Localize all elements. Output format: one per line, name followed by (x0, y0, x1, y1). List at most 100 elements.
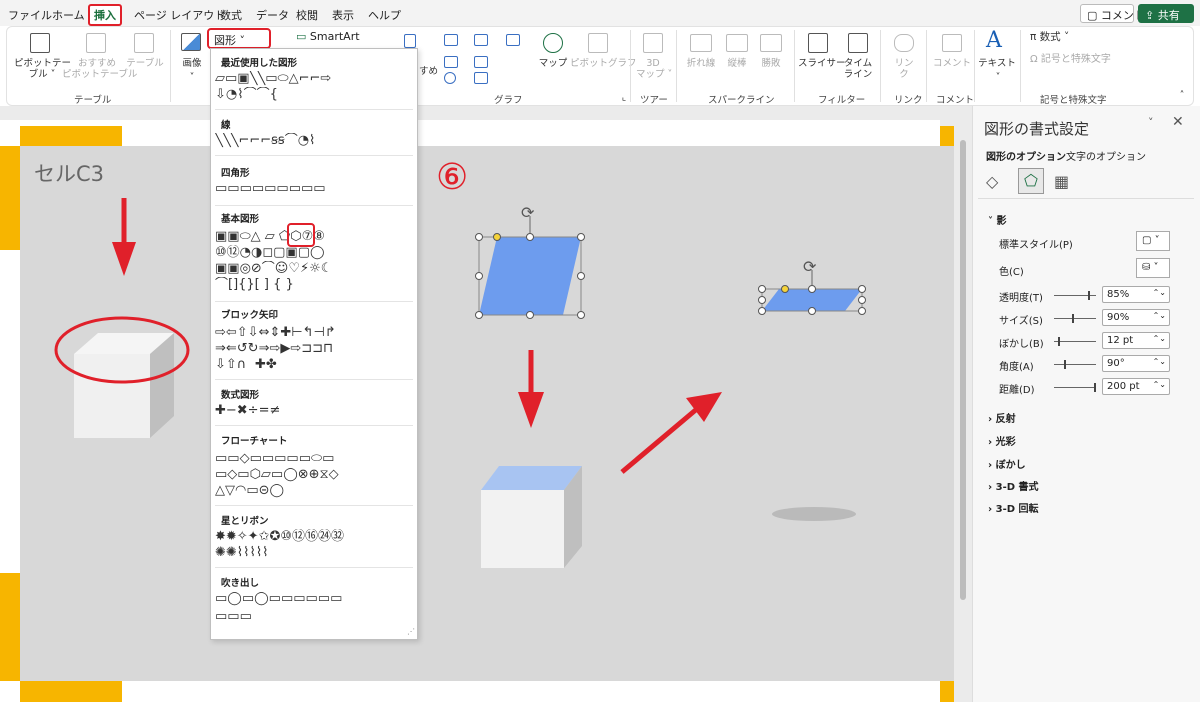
shape-row-recent-1[interactable]: ▱▭▣╲╲▭⬭△⌐⌐⇨ (215, 71, 413, 87)
shape-row-equation[interactable]: ✚−✖÷=≠ (215, 403, 413, 419)
color-dropdown[interactable]: ⛁ ˅ (1136, 258, 1170, 278)
tab-text-options[interactable]: 文字のオプション (1066, 148, 1146, 163)
shape-row-basic-4[interactable]: ⌒[]{}[ ] { } (215, 277, 413, 293)
preset-style-dropdown[interactable]: ▢ ˅ (1136, 231, 1170, 251)
label-angle: 角度(A) (999, 362, 1034, 373)
shape-row-flow-3[interactable]: △▽◠▭⊝◯ (215, 483, 413, 499)
menu-divider (215, 379, 413, 380)
shape-row-basic-2[interactable]: ⑩⑫◔◑◻▢▣▢◯ (215, 245, 413, 261)
shape-row-block-3[interactable]: ⇩⇧∩ (215, 357, 413, 373)
transparency-field[interactable]: 85% ⌃⌄ (1102, 286, 1170, 303)
cube-middle (481, 466, 582, 568)
resize-handle[interactable] (526, 233, 534, 241)
fill-line-icon[interactable]: ◇ (986, 172, 998, 191)
resize-handle[interactable] (808, 307, 816, 315)
effects-icon[interactable]: ⬠ (1018, 168, 1044, 194)
resize-handle[interactable] (475, 311, 483, 319)
shape-row-block-2[interactable]: ⇒⇐↺↻⇒⇨▶⇨⊐⊐⊓ (215, 341, 413, 357)
shape-row-callout-2[interactable]: ▭▭▭ (215, 609, 413, 625)
shape-row-rectangles[interactable]: ▭▭▭▭▭▭▭▭▭ (215, 181, 413, 197)
comment-button[interactable]: ▢ コメント (1080, 4, 1145, 23)
parallelogram-highlight[interactable] (287, 223, 315, 247)
shape-row-flow-1[interactable]: ▭▭◇▭▭▭▭▭⬭▭ (215, 451, 413, 467)
collapse-ribbon-button[interactable]: ˄ (1176, 90, 1188, 101)
resize-handle[interactable] (758, 296, 766, 304)
resize-handle[interactable] (577, 272, 585, 280)
shape-row-block-1[interactable]: ⇨⇦⇧⇩⇔⇕✚⊢↰⊣↱ (215, 325, 413, 341)
section-3d-rotation[interactable]: › 3-D 回転 (988, 500, 1039, 515)
resize-handle[interactable] (526, 311, 534, 319)
vertical-scrollbar-thumb[interactable] (960, 140, 966, 600)
shadow-blob (772, 507, 856, 521)
distance-slider[interactable] (1054, 387, 1096, 388)
size-properties-icon[interactable]: ▦ (1054, 172, 1069, 191)
blur-slider-thumb[interactable] (1058, 337, 1060, 346)
shadow-section-header[interactable]: ˅ 影 (988, 212, 1006, 227)
resize-grip[interactable]: ⋰ (407, 627, 415, 636)
section-basic-shapes: 基本図形 (221, 214, 260, 225)
shape-row-lines[interactable]: ╲╲╲⌐⌐⌐ꞩꞩ⌒◔⌇ (215, 133, 413, 149)
format-shape-panel (972, 106, 1200, 702)
label-size: サイズ(S) (999, 316, 1043, 327)
close-icon[interactable]: ✕ (1172, 114, 1184, 130)
angle-slider[interactable] (1054, 364, 1096, 365)
section-glow[interactable]: › 光彩 (988, 433, 1016, 448)
size-slider[interactable] (1054, 318, 1096, 319)
parallelogram-shape-large[interactable]: ⟳ (478, 203, 582, 316)
resize-handle[interactable] (758, 285, 766, 293)
blur-field[interactable]: 12 pt ⌃⌄ (1102, 332, 1170, 349)
angle-slider-thumb[interactable] (1064, 360, 1066, 369)
adjust-handle[interactable] (781, 285, 789, 293)
ribbon-separator (1020, 30, 1021, 102)
distance-slider-thumb[interactable] (1094, 383, 1096, 392)
resize-handle[interactable] (858, 307, 866, 315)
tab-shape-options[interactable]: 図形のオプション (986, 148, 1066, 163)
cube-left (74, 333, 174, 438)
adjust-handle[interactable] (493, 233, 501, 241)
menu-divider (215, 301, 413, 302)
transparency-slider-thumb[interactable] (1088, 291, 1090, 300)
symbol-button[interactable]: Ω 記号と特殊文字 (1030, 54, 1111, 65)
shape-row-flow-2[interactable]: ▭◇▭⬡▱▭◯⊗⊕⧖◇ (215, 467, 413, 483)
panel-options-chevron[interactable]: ˅ (1148, 116, 1154, 129)
shape-row-recent-2[interactable]: ⇩◔⌇⌒⌒{ (215, 87, 413, 103)
svg-text:⟳: ⟳ (803, 257, 817, 276)
section-soft-edges[interactable]: › ぼかし (988, 456, 1026, 471)
resize-handle[interactable] (758, 307, 766, 315)
resize-handle[interactable] (858, 285, 866, 293)
text-dropdown-chevron[interactable]: ˅ (990, 72, 1006, 83)
label-transparency: 透明度(T) (999, 293, 1043, 304)
resize-handle[interactable] (858, 296, 866, 304)
angle-field[interactable]: 90° ⌃⌄ (1102, 355, 1170, 372)
shape-row-block-4[interactable]: ✚✤ (255, 357, 295, 373)
resize-handle[interactable] (808, 285, 816, 293)
label-preset-style: 標準スタイル(P) (999, 240, 1073, 251)
blur-slider[interactable] (1054, 341, 1096, 342)
menu-divider (215, 567, 413, 568)
parallelogram-shape-small[interactable]: ⟳ (761, 257, 863, 312)
shape-row-basic-3[interactable]: ▣▣◎⊘⌒☺♡⚡☼☾ (215, 261, 413, 277)
distance-field[interactable]: 200 pt ⌃⌄ (1102, 378, 1170, 395)
menu-divider (215, 425, 413, 426)
resize-handle[interactable] (577, 311, 585, 319)
section-reflection[interactable]: › 反射 (988, 410, 1016, 425)
section-3d-format[interactable]: › 3-D 書式 (988, 478, 1039, 493)
text-button[interactable]: テキスト (978, 58, 1016, 69)
label-blur: ぼかし(B) (999, 339, 1044, 350)
resize-handle[interactable] (475, 272, 483, 280)
resize-handle[interactable] (475, 233, 483, 241)
shape-row-star-1[interactable]: ✸✹✧✦✩✪⑩⑫⑯㉔㉜ (215, 529, 413, 545)
shape-row-callout-1[interactable]: ▭◯▭◯▭▭▭▭▭▭ (215, 591, 413, 607)
size-slider-thumb[interactable] (1072, 314, 1074, 323)
text-icon: A (986, 28, 1002, 53)
section-block-arrows: ブロック矢印 (221, 310, 279, 321)
resize-handle[interactable] (577, 233, 585, 241)
equation-button[interactable]: π 数式 ˅ (1030, 32, 1069, 43)
group-label-symbols: 記号と特殊文字 (1040, 95, 1107, 106)
size-field[interactable]: 90% ⌃⌄ (1102, 309, 1170, 326)
section-flowchart: フローチャート (221, 436, 288, 447)
section-lines: 線 (221, 120, 231, 131)
shape-row-star-2[interactable]: ✺✺⌇⌇⌇⌇⌇ (215, 545, 413, 561)
share-icon: ⇪ (1145, 9, 1155, 22)
share-button[interactable]: ⇪ 共有 (1138, 4, 1194, 23)
